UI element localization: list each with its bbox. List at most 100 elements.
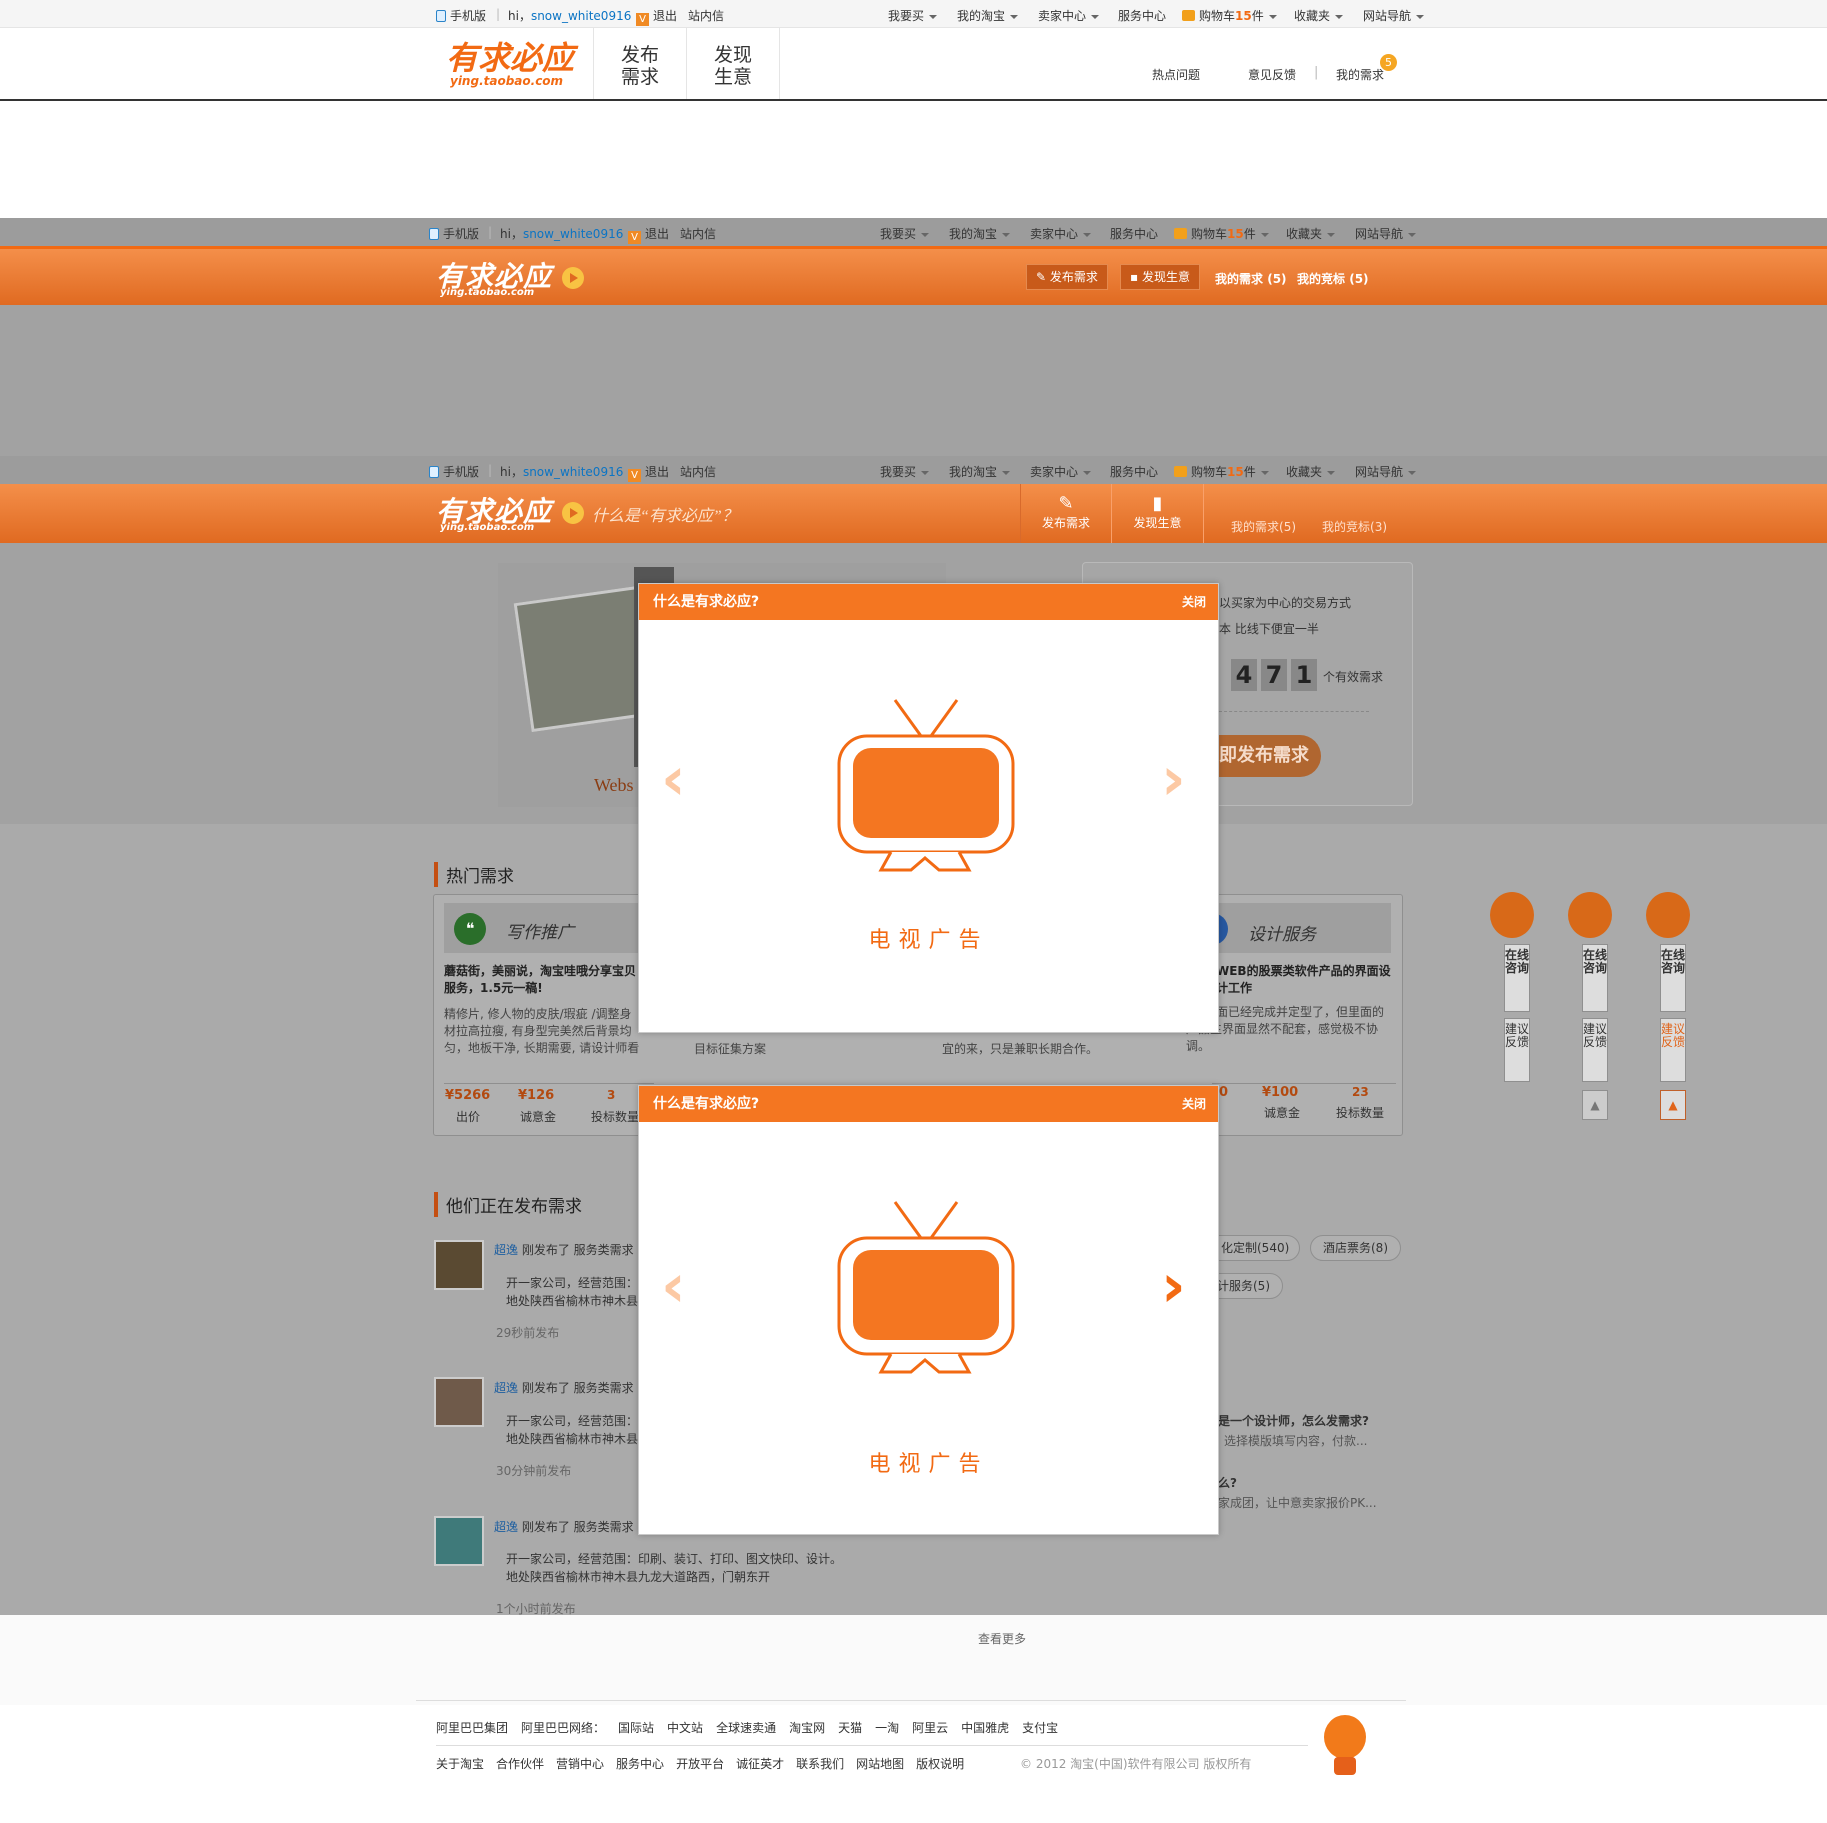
favorites-menu[interactable]: 收藏夹 — [1286, 225, 1336, 242]
my-taobao-menu[interactable]: 我的淘宝 — [949, 225, 1011, 242]
footer-link[interactable]: 支付宝 — [1022, 1721, 1058, 1735]
service-link[interactable]: 服务中心 — [1110, 463, 1158, 480]
cart-menu[interactable]: 购物车15件 — [1174, 225, 1269, 242]
my-demand-link[interactable]: 我的需求 — [1336, 66, 1384, 83]
feed-user-link[interactable]: 超逸 — [494, 1520, 518, 1534]
my-bid-link[interactable]: 我的竞标 (5) — [1297, 270, 1369, 287]
hot-questions-link[interactable]: 热点问题 — [1152, 66, 1200, 83]
my-taobao-menu[interactable]: 我的淘宝 — [957, 7, 1019, 24]
back-to-top-icon[interactable]: ▲ — [1582, 1090, 1608, 1120]
footer-link[interactable]: 中文站 — [667, 1721, 703, 1735]
play-icon[interactable] — [562, 267, 584, 289]
my-demand-link[interactable]: 我的需求 (5) — [1215, 270, 1287, 287]
footer-link[interactable]: 阿里巴巴集团 — [436, 1721, 508, 1735]
discover-business-button[interactable]: ▪ 发现生意 — [1120, 264, 1200, 290]
site-nav-menu[interactable]: 网站导航 — [1355, 463, 1417, 480]
favorites-menu[interactable]: 收藏夹 — [1294, 7, 1344, 24]
nav-discover-business[interactable]: 发现 生意 — [687, 28, 780, 99]
service-link[interactable]: 服务中心 — [1118, 7, 1166, 24]
play-icon[interactable] — [562, 502, 584, 524]
footer-link[interactable]: 联系我们 — [796, 1757, 844, 1771]
site-nav-menu[interactable]: 网站导航 — [1363, 7, 1425, 24]
buy-menu[interactable]: 我要买 — [888, 7, 938, 24]
next-arrow-icon[interactable]: › — [1161, 749, 1186, 809]
next-arrow-icon[interactable]: › — [1161, 1256, 1186, 1316]
online-consult-button[interactable]: 在线咨询 — [1582, 944, 1608, 1012]
cart-menu[interactable]: 购物车15件 — [1174, 463, 1269, 480]
avatar[interactable] — [434, 1240, 484, 1290]
service-link[interactable]: 服务中心 — [1110, 225, 1158, 242]
cart-menu[interactable]: 购物车15件 — [1182, 7, 1277, 24]
buy-menu[interactable]: 我要买 — [880, 463, 930, 480]
footer-link[interactable]: 全球速卖通 — [716, 1721, 776, 1735]
close-button[interactable]: 关闭 — [1182, 584, 1206, 620]
view-more-link[interactable]: 查看更多 — [978, 1630, 1026, 1647]
card-title[interactable]: WEB的股票类软件产品的界面设计工作 — [1216, 963, 1396, 997]
mobile-link[interactable]: 手机版 — [429, 463, 479, 480]
footer-link[interactable]: 阿里云 — [912, 1721, 948, 1735]
mobile-link[interactable]: 手机版 — [436, 7, 486, 24]
feed-user-link[interactable]: 超逸 — [494, 1243, 518, 1257]
avatar[interactable] — [434, 1377, 484, 1427]
online-consult-button[interactable]: 在线咨询 — [1504, 944, 1530, 1012]
username-link[interactable]: snow_white0916 — [523, 465, 623, 479]
username-link[interactable]: snow_white0916 — [531, 9, 631, 23]
seller-menu[interactable]: 卖家中心 — [1030, 225, 1092, 242]
footer-link[interactable]: 天猫 — [838, 1721, 862, 1735]
footer-link[interactable]: 关于淘宝 — [436, 1757, 484, 1771]
logout-link[interactable]: V 退出 — [628, 225, 669, 244]
my-demand-link[interactable]: 我的需求(5) — [1231, 518, 1296, 535]
feedback-link[interactable]: 意见反馈 — [1248, 66, 1296, 83]
footer-link[interactable]: 诚征英才 — [736, 1757, 784, 1771]
favorites-menu[interactable]: 收藏夹 — [1286, 463, 1336, 480]
footer-link[interactable]: 营销中心 — [556, 1757, 604, 1771]
nav-publish-demand[interactable]: 发布 需求 — [593, 28, 687, 99]
slogan[interactable]: 什么是“有求必应”？ — [592, 502, 738, 526]
messages-link[interactable]: 站内信 — [680, 225, 716, 242]
publish-cta-button[interactable]: 即发布需求 — [1201, 735, 1321, 777]
close-button[interactable]: 关闭 — [1182, 1086, 1206, 1122]
seller-menu[interactable]: 卖家中心 — [1038, 7, 1100, 24]
footer-link[interactable]: 中国雅虎 — [961, 1721, 1009, 1735]
suggest-feedback-button[interactable]: 建议反馈 — [1504, 1018, 1530, 1082]
chevron-down-icon — [1083, 232, 1092, 237]
footer-link[interactable]: 合作伙伴 — [496, 1757, 544, 1771]
mobile-link[interactable]: 手机版 — [429, 225, 479, 242]
online-consult-button[interactable]: 在线咨询 — [1660, 944, 1686, 1012]
username-link[interactable]: snow_white0916 — [523, 227, 623, 241]
back-to-top-icon[interactable]: ▲ — [1660, 1090, 1686, 1120]
site-logo[interactable]: 有求必应 — [446, 42, 574, 74]
category-tag[interactable]: 酒店票务(8) — [1310, 1235, 1401, 1261]
avatar[interactable] — [434, 1516, 484, 1566]
suggest-feedback-button[interactable]: 建议反馈 — [1582, 1018, 1608, 1082]
footer-link[interactable]: 阿里巴巴网络： — [521, 1721, 605, 1735]
messages-link[interactable]: 站内信 — [680, 463, 716, 480]
footer-link[interactable]: 版权说明 — [916, 1757, 964, 1771]
footer-link[interactable]: 一淘 — [875, 1721, 899, 1735]
my-taobao-menu[interactable]: 我的淘宝 — [949, 463, 1011, 480]
footer-link[interactable]: 淘宝网 — [789, 1721, 825, 1735]
card-description: 宜的来，只是兼职长期合作。 — [942, 1042, 1099, 1056]
top-bar-2: 手机版 | hi，snow_white0916 V 退出 站内信 我要买 我的淘宝… — [0, 218, 1827, 246]
discover-business-button[interactable]: ▮ 发现生意 — [1112, 484, 1204, 543]
prev-arrow-icon[interactable]: ‹ — [661, 749, 686, 809]
site-nav-menu[interactable]: 网站导航 — [1355, 225, 1417, 242]
buy-menu[interactable]: 我要买 — [880, 225, 930, 242]
faq-question[interactable]: 么? — [1218, 1474, 1237, 1491]
faq-question[interactable]: 是一个设计师，怎么发需求? — [1218, 1412, 1369, 1429]
publish-demand-button[interactable]: ✎ 发布需求 — [1026, 264, 1108, 290]
feed-user-link[interactable]: 超逸 — [494, 1381, 518, 1395]
logout-link[interactable]: V 退出 — [628, 463, 669, 482]
my-bid-link[interactable]: 我的竞标(3) — [1322, 518, 1387, 535]
footer-link[interactable]: 服务中心 — [616, 1757, 664, 1771]
messages-link[interactable]: 站内信 — [688, 7, 724, 24]
footer-link[interactable]: 国际站 — [618, 1721, 654, 1735]
prev-arrow-icon[interactable]: ‹ — [661, 1256, 686, 1316]
footer-link[interactable]: 开放平台 — [676, 1757, 724, 1771]
logout-link[interactable]: V 退出 — [636, 7, 677, 26]
seller-menu[interactable]: 卖家中心 — [1030, 463, 1092, 480]
footer-link[interactable]: 网站地图 — [856, 1757, 904, 1771]
suggest-feedback-button[interactable]: 建议反馈 — [1660, 1018, 1686, 1082]
publish-demand-button[interactable]: ✎ 发布需求 — [1020, 484, 1112, 543]
card-title[interactable]: 蘑菇街，美丽说，淘宝哇哦分享宝贝服务，1.5元一稿! — [444, 963, 644, 997]
